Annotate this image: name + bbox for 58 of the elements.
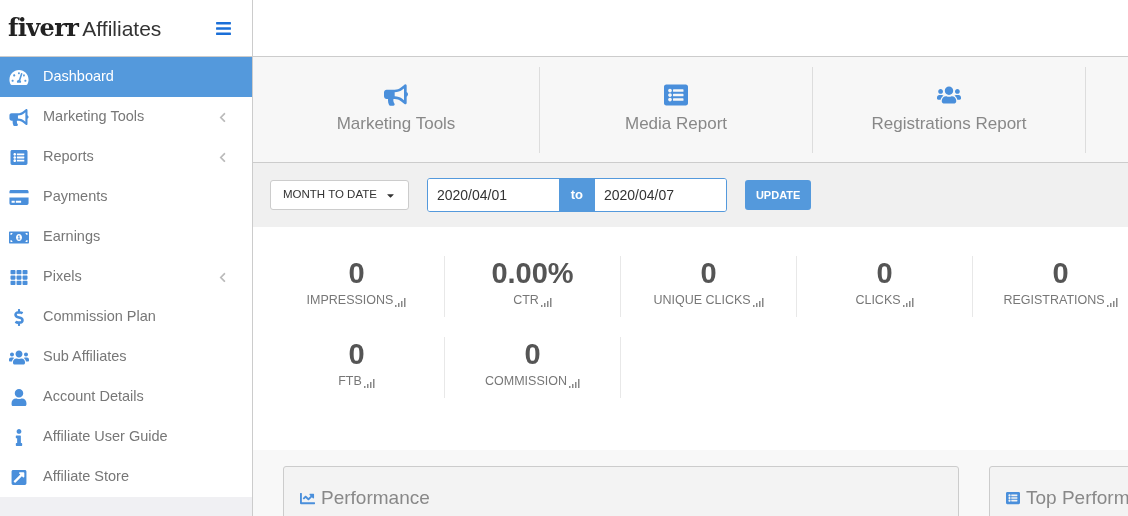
panel-title: Top Perform [1026, 485, 1128, 510]
line-chart-icon [300, 490, 315, 506]
list-icon [1006, 491, 1020, 505]
list-icon [9, 148, 29, 166]
dashboard-icon [9, 68, 29, 86]
sidebar-item[interactable]: Earnings [0, 217, 252, 257]
sidebar-item[interactable]: Sub Affiliates [0, 337, 252, 377]
megaphone-icon [9, 108, 29, 126]
stat-value: 0 [876, 256, 893, 290]
panel-title: Performance [321, 485, 430, 510]
external-link-icon [9, 468, 29, 486]
sidebar-item[interactable]: Dashboard [0, 57, 252, 97]
bar-chart-icon [902, 297, 914, 307]
sidebar-item[interactable]: Pixels [0, 257, 252, 297]
stat-label: FTB [338, 375, 362, 388]
list-icon [664, 82, 688, 107]
sidebar-item[interactable]: Payments [0, 177, 252, 217]
people-icon [9, 348, 29, 366]
stat-value: 0 [524, 337, 541, 371]
chevron-icon [217, 111, 228, 123]
shortcut-link[interactable]: Marketing Tools [336, 82, 456, 137]
sidebar-item[interactable]: Affiliate User Guide [0, 417, 252, 457]
stat-value: 0.00% [491, 256, 574, 290]
bar-chart-icon [568, 378, 580, 388]
stat-label: CTR [513, 294, 539, 307]
bar-chart-icon [395, 297, 407, 307]
shortcut-link[interactable]: Media Report [624, 82, 728, 137]
sidebar-item[interactable]: Account Details [0, 377, 252, 417]
period-dropdown[interactable]: MONTH TO DATE [270, 180, 409, 210]
stat-value: 0 [348, 256, 365, 290]
logo: fiverr [8, 12, 79, 44]
card-icon [9, 188, 29, 206]
stat-label: COMMISSION [485, 375, 567, 388]
stat-value: 0 [700, 256, 717, 290]
stat-label: CLICKS [855, 294, 901, 307]
menu-icon [215, 19, 232, 37]
bar-chart-icon [752, 297, 764, 307]
grid-icon [9, 268, 29, 286]
bar-chart-icon [363, 378, 375, 388]
megaphone-icon [384, 82, 408, 107]
bar-chart-icon [540, 297, 552, 307]
sidebar-item[interactable]: Reports [0, 137, 252, 177]
chevron-icon [217, 151, 228, 163]
menu-button[interactable] [215, 19, 232, 37]
shortcut-link[interactable]: Registrations Report [871, 82, 1027, 137]
sidebar-item[interactable]: Affiliate Store [0, 457, 252, 497]
stat-value: 0 [1052, 256, 1069, 290]
update-button[interactable]: UPDATE [744, 180, 812, 210]
chevron-icon [217, 271, 228, 283]
stat-label: REGISTRATIONS [1003, 294, 1105, 307]
stat-value: 0 [348, 337, 365, 371]
stat-label: UNIQUE CLICKS [653, 294, 751, 307]
sidebar-item[interactable]: Marketing Tools [0, 97, 252, 137]
brand-name: Affiliates [82, 16, 162, 42]
sidebar-item[interactable]: Commission Plan [0, 297, 252, 337]
person-icon [9, 388, 29, 406]
stat-label: IMPRESSIONS [306, 294, 394, 307]
bar-chart-icon [1106, 297, 1118, 307]
